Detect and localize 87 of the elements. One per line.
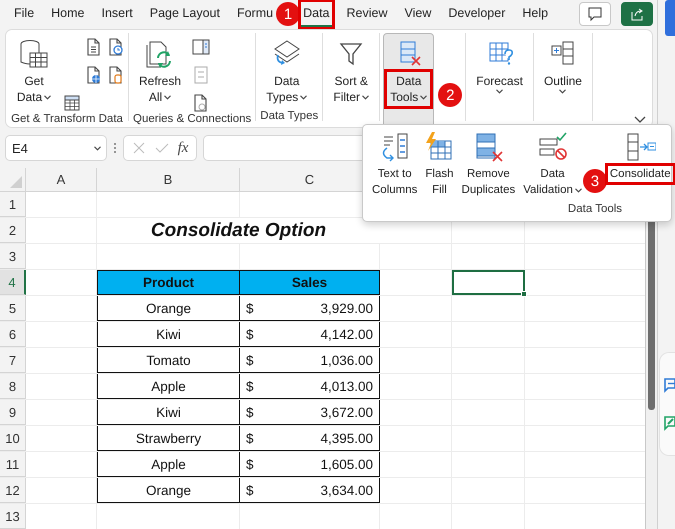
row-header[interactable]: 3 xyxy=(0,244,26,269)
column-heading: Sales xyxy=(240,270,380,295)
ribbon-small-button[interactable] xyxy=(107,37,125,57)
database-table-icon xyxy=(18,38,50,70)
row-header[interactable]: 8 xyxy=(0,374,26,399)
column-heading: Product xyxy=(97,270,240,295)
table-cell: Strawberry xyxy=(97,426,240,451)
insert-function-button[interactable]: fx xyxy=(178,140,188,156)
amount-value: 3,672.00 xyxy=(320,404,373,420)
menu-tab[interactable]: Page Layout xyxy=(148,2,222,26)
table-cell: Kiwi xyxy=(97,322,240,347)
currency-symbol: $ xyxy=(246,326,254,342)
ribbon-button[interactable]: Forecast xyxy=(469,33,530,99)
share-button[interactable] xyxy=(621,2,653,26)
ribbon-small-button[interactable] xyxy=(85,65,103,85)
row-header[interactable]: 5 xyxy=(0,296,26,321)
panel-button[interactable]: Consolidate xyxy=(606,131,674,203)
amount-value: 4,013.00 xyxy=(320,378,373,394)
menu-tab[interactable]: Home xyxy=(49,2,86,26)
check-icon[interactable] xyxy=(154,141,169,155)
table-cell: Tomato xyxy=(97,348,240,373)
comment-icon[interactable] xyxy=(663,377,675,393)
ribbon-button[interactable]: Refresh All xyxy=(132,33,188,110)
group-label: Data Types xyxy=(259,110,320,122)
table-cell: Apple xyxy=(97,452,240,477)
comments-button[interactable] xyxy=(579,2,611,26)
step-badge: 3 xyxy=(582,169,607,193)
chevron-down-icon xyxy=(634,116,646,124)
amount-value: 4,395.00 xyxy=(320,430,373,446)
menu-tab[interactable]: Review xyxy=(344,2,390,26)
share-icon xyxy=(629,6,645,22)
currency-symbol: $ xyxy=(246,482,254,498)
menu-tab[interactable]: Insert xyxy=(100,2,135,26)
group-label: Queries & Connections xyxy=(132,113,252,125)
row-header[interactable]: 1 xyxy=(0,192,26,217)
table-cell: Orange xyxy=(97,478,240,503)
amount-value: 4,142.00 xyxy=(320,326,373,342)
currency-symbol: $ xyxy=(246,404,254,420)
name-box[interactable]: E4 xyxy=(5,135,107,161)
ribbon-button[interactable]: Data Types xyxy=(259,33,314,110)
panel-button[interactable]: Remove Duplicates xyxy=(458,131,518,203)
amount-value: 3,634.00 xyxy=(320,482,373,498)
table-cell: Apple xyxy=(97,374,240,399)
table-cell: Kiwi xyxy=(97,400,240,425)
row-header[interactable]: 13 xyxy=(0,504,26,529)
ribbon-button[interactable]: Outline xyxy=(536,33,589,99)
currency-symbol: $ xyxy=(246,456,254,472)
amount-value: 1,036.00 xyxy=(320,352,373,368)
step-badge: 2 xyxy=(438,83,462,107)
row-header[interactable]: 11 xyxy=(0,452,26,477)
row-header[interactable]: 10 xyxy=(0,426,26,451)
pane-icon xyxy=(191,37,212,57)
validation-icon xyxy=(536,131,569,163)
panel-button[interactable]: Data Validation xyxy=(520,131,585,203)
menu-tab[interactable]: View xyxy=(402,2,434,26)
edit-note-icon[interactable] xyxy=(663,415,675,431)
caret-icon xyxy=(94,146,101,150)
table-cell: Orange xyxy=(97,296,240,321)
row-header[interactable]: 4 xyxy=(0,270,26,295)
currency-symbol: $ xyxy=(246,352,254,368)
comment-icon xyxy=(587,6,603,22)
menu-tab[interactable]: Developer xyxy=(446,2,508,26)
currency-symbol: $ xyxy=(246,300,254,316)
ribbon-button[interactable]: Sort & Filter xyxy=(326,33,376,110)
currency-symbol: $ xyxy=(246,430,254,446)
row-header[interactable]: 9 xyxy=(0,400,26,425)
amount-value: 1,605.00 xyxy=(320,456,373,472)
step-badge: 1 xyxy=(276,2,300,26)
row-header[interactable]: 2 xyxy=(0,218,26,243)
grip-icon xyxy=(113,141,117,155)
collapse-ribbon-button[interactable] xyxy=(634,116,646,124)
group-label: Get & Transform Data xyxy=(10,113,124,125)
row-header[interactable]: 12 xyxy=(0,478,26,503)
corner-triangle-icon xyxy=(10,176,22,188)
menu-tab[interactable]: Formu xyxy=(234,2,276,26)
panel-button[interactable]: Flash Fill xyxy=(422,131,457,203)
row-header[interactable]: 6 xyxy=(0,322,26,347)
ribbon-small-button[interactable] xyxy=(192,37,210,57)
selected-cell[interactable] xyxy=(452,270,525,295)
menu-tab[interactable]: File xyxy=(12,2,36,26)
menu-tab[interactable]: Data xyxy=(301,2,332,26)
currency-symbol: $ xyxy=(246,378,254,394)
ribbon-button[interactable]: Get Data xyxy=(9,33,59,110)
group-label: Data Tools xyxy=(568,203,622,215)
menu-tab[interactable]: Help xyxy=(520,2,550,26)
amount-value: 3,929.00 xyxy=(320,300,373,316)
row-header[interactable]: 7 xyxy=(0,348,26,373)
